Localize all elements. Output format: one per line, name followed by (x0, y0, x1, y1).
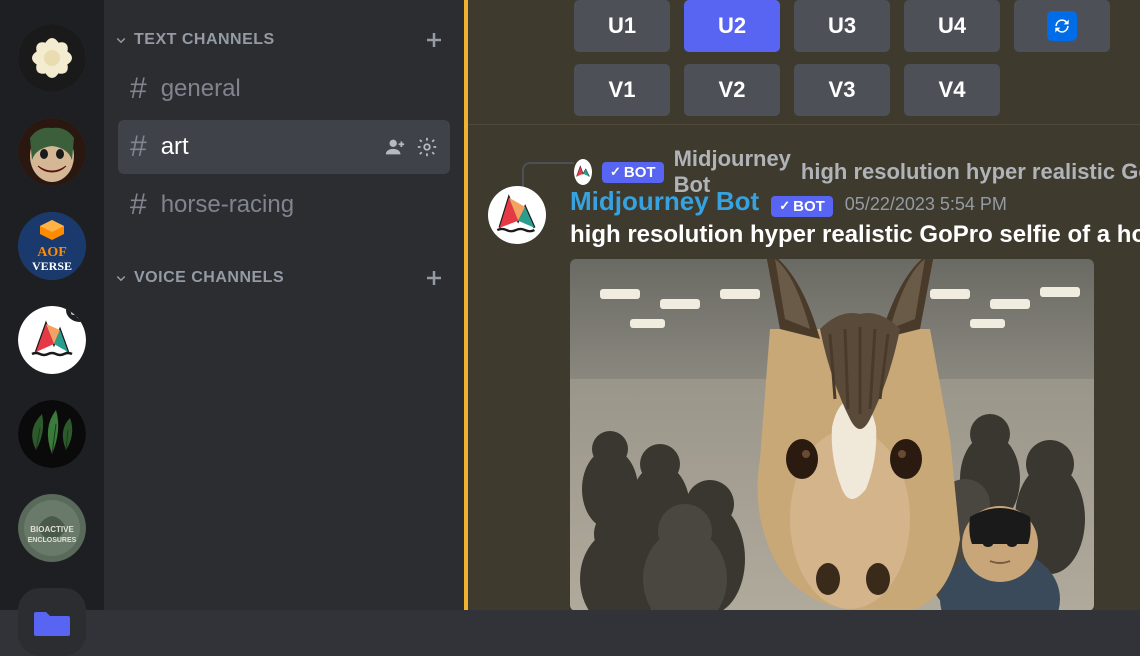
check-icon: ✓ (610, 164, 621, 180)
refresh-icon (1047, 11, 1077, 41)
generated-image[interactable] (570, 259, 1094, 610)
channel-name: horse-racing (161, 191, 438, 219)
bot-tag: ✓BOT (602, 162, 664, 183)
svg-text:ENCLOSURES: ENCLOSURES (28, 537, 77, 544)
channel-horse-racing[interactable]: # horse-racing (118, 178, 450, 232)
voice-channels-header[interactable]: VOICE CHANNELS (104, 258, 464, 298)
hash-icon: # (130, 130, 147, 164)
svg-text:AOF: AOF (37, 245, 67, 260)
text-channels-label: TEXT CHANNELS (134, 31, 422, 49)
chevron-down-icon (112, 269, 130, 287)
invite-icon[interactable] (384, 136, 406, 158)
svg-text:BIOACTIVE: BIOACTIVE (30, 525, 74, 534)
server-folder[interactable] (18, 588, 86, 656)
mj-button-grid: U1 U2 U3 U4 V1 V2 V3 V4 (574, 0, 1110, 116)
variation-v4-button[interactable]: V4 (904, 64, 1000, 116)
channel-sidebar: TEXT CHANNELS # general # art # horse-ra… (104, 0, 464, 610)
server-midjourney[interactable] (18, 306, 86, 374)
variation-v2-button[interactable]: V2 (684, 64, 780, 116)
text-channels-header[interactable]: TEXT CHANNELS (104, 20, 464, 60)
hash-icon: # (130, 188, 147, 222)
status-screen-icon (66, 306, 86, 322)
message: Midjourney Bot ✓BOT 05/22/2023 5:54 PM h… (488, 186, 1140, 610)
voice-channels-label: VOICE CHANNELS (134, 269, 422, 287)
message-avatar[interactable] (488, 186, 546, 244)
channel-name: art (161, 133, 384, 161)
message-divider (468, 124, 1140, 125)
server-joker[interactable] (18, 118, 86, 186)
svg-text:VERSE: VERSE (32, 259, 72, 273)
message-author[interactable]: Midjourney Bot (570, 186, 759, 217)
channel-art[interactable]: # art (118, 120, 450, 174)
server-flower[interactable] (18, 24, 86, 92)
add-channel-icon[interactable] (422, 266, 446, 290)
channel-general[interactable]: # general (118, 62, 450, 116)
reroll-button[interactable] (1014, 0, 1110, 52)
channel-actions (384, 136, 438, 158)
bot-tag: ✓BOT (771, 196, 833, 217)
check-icon: ✓ (779, 198, 790, 214)
variation-v3-button[interactable]: V3 (794, 64, 890, 116)
upscale-u2-button[interactable]: U2 (684, 0, 780, 52)
reply-avatar (574, 159, 592, 185)
server-leaf[interactable] (18, 400, 86, 468)
gear-icon[interactable] (416, 136, 438, 158)
channel-name: general (161, 75, 438, 103)
main-content: U1 U2 U3 U4 V1 V2 V3 V4 ✓BOT Midjourney … (464, 0, 1140, 610)
server-bioactive[interactable]: BIOACTIVE ENCLOSURES (18, 494, 86, 562)
server-rail: AOFVERSE BIOACTIVE ENCLOSURES (0, 0, 104, 610)
variation-v1-button[interactable]: V1 (574, 64, 670, 116)
hash-icon: # (130, 72, 147, 106)
add-channel-icon[interactable] (422, 28, 446, 52)
chevron-down-icon (112, 31, 130, 49)
reply-text: high resolution hyper realistic GoPr (801, 159, 1140, 185)
upscale-u3-button[interactable]: U3 (794, 0, 890, 52)
message-timestamp: 05/22/2023 5:54 PM (845, 194, 1007, 215)
upscale-u1-button[interactable]: U1 (574, 0, 670, 52)
message-prompt: high resolution hyper realistic GoPro se… (570, 221, 1140, 249)
server-aofverse[interactable]: AOFVERSE (18, 212, 86, 280)
message-body: Midjourney Bot ✓BOT 05/22/2023 5:54 PM h… (570, 186, 1140, 610)
upscale-u4-button[interactable]: U4 (904, 0, 1000, 52)
